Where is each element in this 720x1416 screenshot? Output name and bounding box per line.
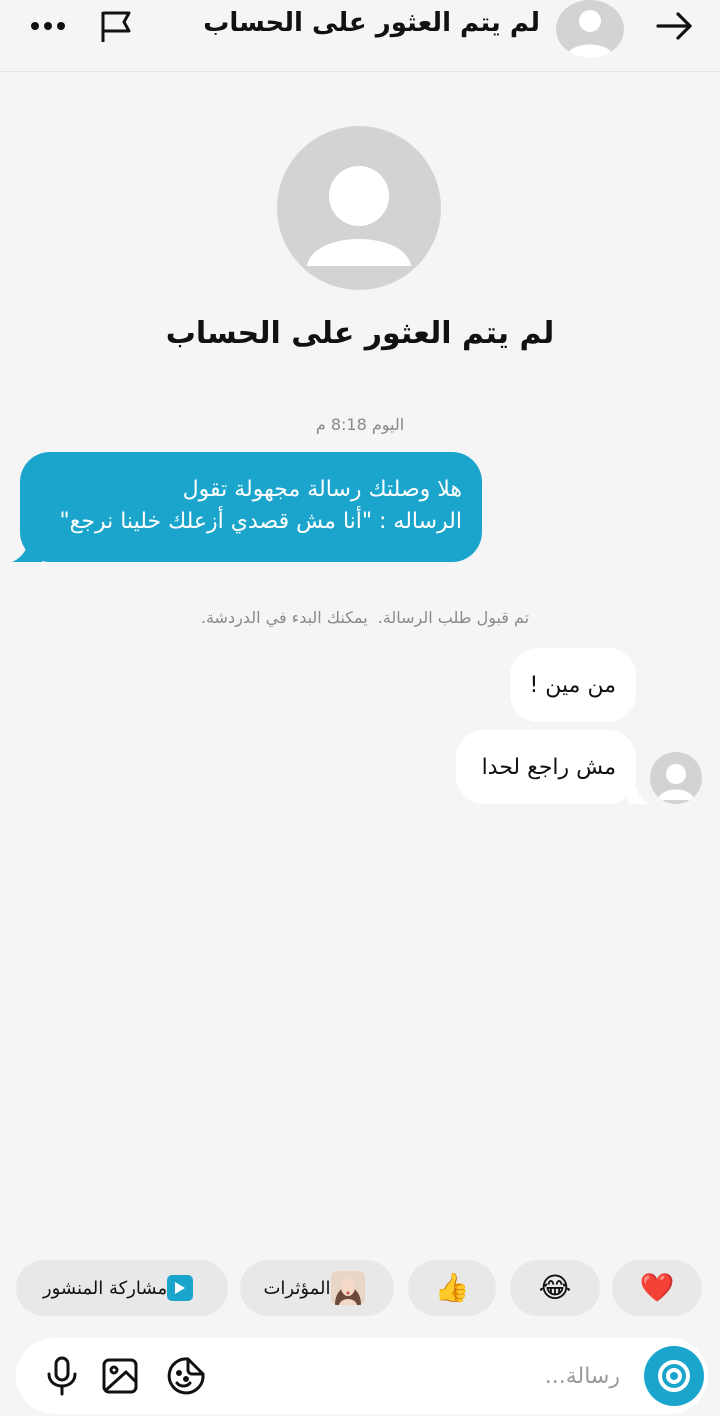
camera-button[interactable]	[644, 1346, 704, 1406]
thumbs-up-reaction-button[interactable]: 👍	[408, 1260, 496, 1316]
incoming-message-bubble[interactable]: مش راجع لحدا	[456, 730, 636, 804]
header-avatar[interactable]	[556, 0, 624, 58]
message-input[interactable]	[266, 1356, 620, 1396]
camera-icon	[658, 1360, 690, 1392]
sticker-icon[interactable]	[162, 1352, 210, 1400]
microphone-icon[interactable]	[38, 1352, 86, 1400]
heart-icon: ❤️	[639, 1271, 675, 1304]
effect-thumbnail-icon	[330, 1271, 365, 1305]
heart-reaction-button[interactable]: ❤️	[612, 1260, 702, 1316]
incoming-message-bubble[interactable]: من مين !	[510, 648, 636, 722]
outgoing-message-line-2: الرساله : "أنا مش قصدي أزعلك خلينا نرجع"	[59, 509, 462, 534]
influencers-chip[interactable]: المؤثرات	[240, 1260, 394, 1316]
system-message-part-1: تم قبول طلب الرسالة.	[377, 608, 530, 627]
back-arrow-icon[interactable]	[652, 6, 696, 46]
chat-timestamp: اليوم 8:18 م	[315, 415, 405, 434]
chat-header: لم يتم العثور على الحساب	[0, 0, 720, 72]
play-icon	[167, 1275, 194, 1301]
system-message: تم قبول طلب الرسالة. يمكنك البدء في الدرد…	[0, 608, 720, 627]
influencers-label: المؤثرات	[263, 1277, 331, 1299]
gallery-icon[interactable]	[96, 1352, 144, 1400]
outgoing-message-bubble[interactable]: هلا وصلتك رسالة مجهولة تقول الرساله : "أ…	[20, 452, 482, 562]
more-options-icon[interactable]	[28, 12, 68, 40]
share-post-chip[interactable]: مشاركة المنشور	[16, 1260, 228, 1316]
thumbs-up-icon: 👍	[434, 1271, 470, 1304]
laughing-face-icon: 😂	[538, 1271, 572, 1304]
profile-name: لم يتم العثور على الحساب	[165, 316, 555, 351]
incoming-message-text: من مين !	[529, 672, 616, 698]
system-message-part-2: يمكنك البدء في الدردشة.	[200, 608, 368, 627]
outgoing-message-line-1: هلا وصلتك رسالة مجهولة تقول	[182, 477, 462, 502]
message-composer	[16, 1338, 708, 1414]
header-title: لم يتم العثور على الحساب	[203, 8, 540, 38]
incoming-message-text: مش راجع لحدا	[481, 754, 616, 780]
laugh-reaction-button[interactable]: 😂	[510, 1260, 600, 1316]
profile-avatar[interactable]	[277, 126, 441, 290]
share-post-label: مشاركة المنشور	[42, 1277, 168, 1299]
quick-reply-row: ❤️ 😂 👍 المؤثرات مشاركة المنشور	[0, 1260, 720, 1318]
sender-avatar[interactable]	[650, 752, 702, 804]
flag-icon[interactable]	[94, 6, 136, 46]
